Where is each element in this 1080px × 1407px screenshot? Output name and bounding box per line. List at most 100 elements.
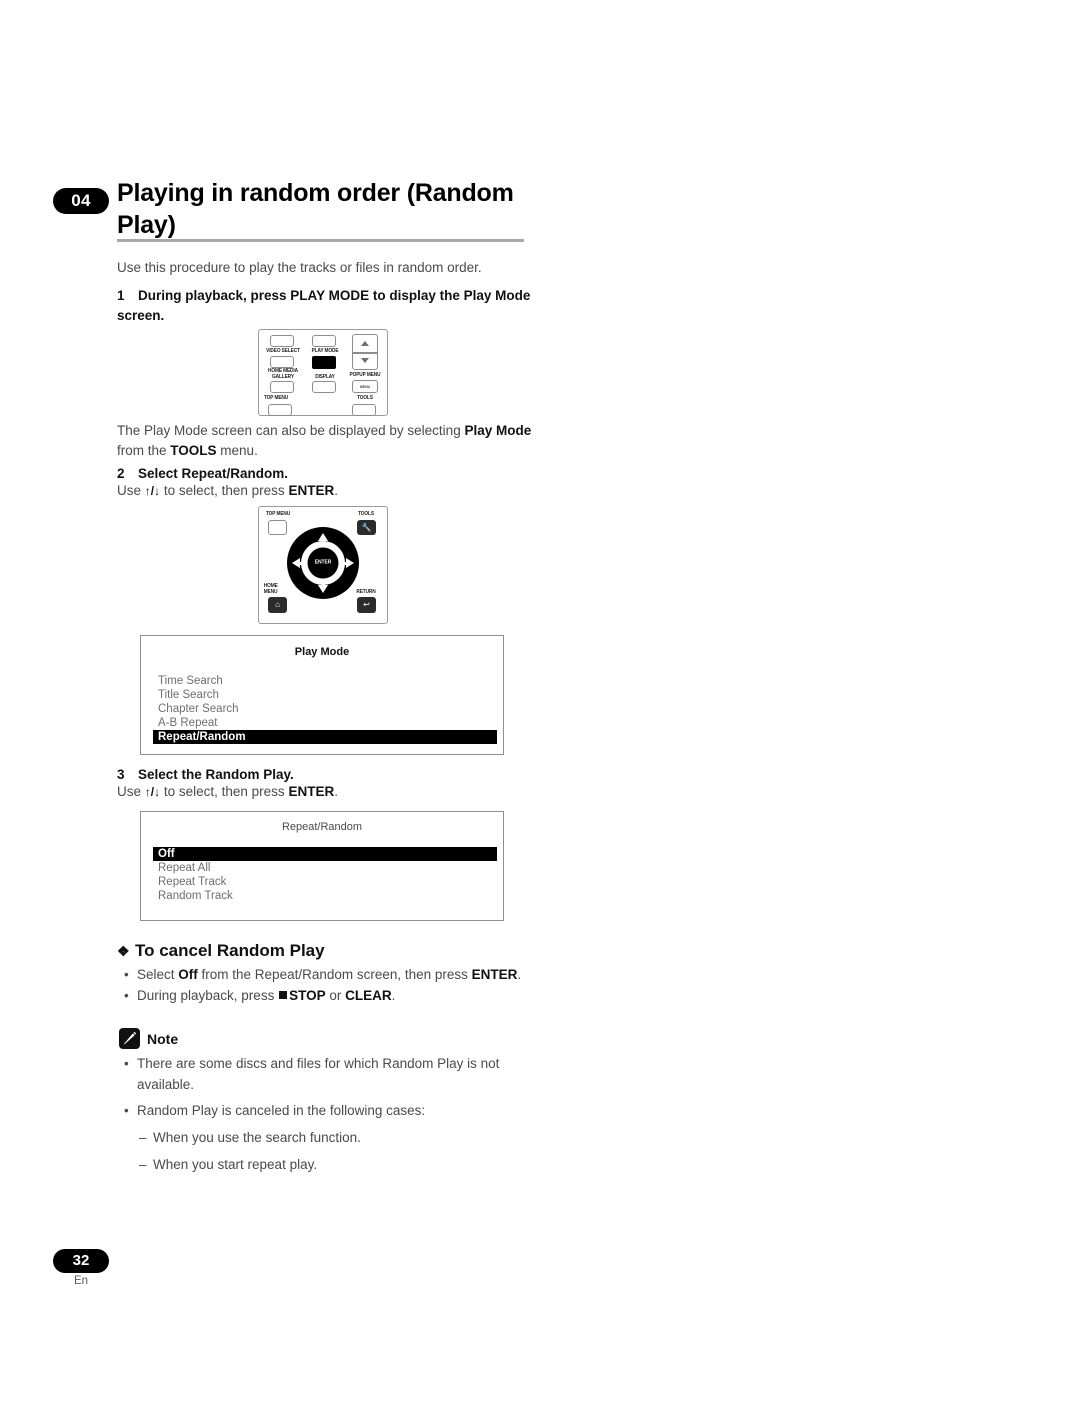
video-select-button-shape [270, 335, 294, 347]
step-3-body: Use ↑/↓ to select, then press ENTER. [117, 782, 547, 802]
cancel-bullet-list: Select Off from the Repeat/Random screen… [121, 965, 551, 1007]
tools-button-shape [352, 404, 376, 416]
step-3-enter-key: ENTER [288, 784, 335, 799]
step-3-arrow-keys: ↑/↓ [144, 785, 161, 799]
dpad-up-arrow-icon[interactable] [318, 533, 328, 541]
cancel-bullet-1-part3: . [517, 967, 522, 982]
step-3-title: Select the Random Play. [138, 767, 294, 782]
osd-item-ab-repeat[interactable]: A-B Repeat [141, 716, 503, 730]
note-heading: Note [119, 1028, 178, 1049]
home-icon: ⌂ [275, 600, 280, 609]
label-play-mode: PLAY MODE [311, 348, 339, 354]
dpad-left-arrow-icon[interactable] [292, 558, 300, 568]
cancel-bullet-2-part3: . [391, 987, 396, 1003]
step-2-body-mid: to select, then press [160, 483, 289, 498]
osd-item-random-track[interactable]: Random Track [141, 889, 503, 903]
step-3-body-mid: to select, then press [160, 784, 289, 799]
home-media-gallery-button-shape-2 [270, 381, 294, 393]
note-sub-bullet-1: When you use the search function. [121, 1128, 551, 1149]
osd-repeat-random-screen: Repeat/Random Off Repeat All Repeat Trac… [140, 811, 504, 921]
step-2-title: Select Repeat/Random. [138, 466, 289, 481]
step-1-title: During playback, press PLAY MODE to disp… [117, 288, 531, 323]
popup-menu-button-shape: MENU [352, 380, 378, 393]
osd-item-time-search[interactable]: Time Search [141, 674, 503, 688]
step-2-body-prefix: Use [117, 483, 145, 498]
home-media-gallery-button-shape [270, 356, 294, 368]
display-button-shape [312, 381, 336, 393]
cancel-bullet-2-bold1: STOP [289, 987, 326, 1003]
step-2-enter-key: ENTER [288, 483, 335, 498]
note-bullet-list: There are some discs and files for which… [121, 1054, 551, 1176]
step-3-body-prefix: Use [117, 784, 145, 799]
cancel-bullet-1-part1: Select [137, 967, 179, 982]
dpad-right-arrow-icon[interactable] [346, 558, 354, 568]
return-button-shape: ↩ [357, 597, 376, 613]
step-2-body: Use ↑/↓ to select, then press ENTER. [117, 481, 547, 501]
osd-item-chapter-search[interactable]: Chapter Search [141, 702, 503, 716]
stop-square-icon [279, 990, 288, 999]
label-display: DISPLAY [315, 374, 335, 380]
manual-page: 04 Playing in random order (Random Play)… [0, 0, 1080, 1407]
step-2-arrow-keys: ↑/↓ [144, 484, 161, 498]
intro-paragraph: Use this procedure to play the tracks or… [117, 260, 482, 275]
return-arrow-icon: ↩ [363, 600, 370, 609]
top-menu-button-shape [268, 404, 292, 416]
tools-paragraph-part1: The Play Mode screen can also be display… [117, 423, 465, 438]
note-bullet-2: Random Play is canceled in the following… [121, 1101, 551, 1122]
label-home-media-gallery: HOME MEDIA GALLERY [262, 368, 304, 381]
cancel-section-heading-text: To cancel Random Play [135, 941, 325, 960]
channel-arrow-pad [352, 334, 378, 370]
label-return: RETURN [356, 589, 376, 595]
label-video-select: VIDEO SELECT [266, 348, 300, 354]
remote-diagram-play-mode: VIDEO SELECT PLAY MODE HOME MEDIA GALLER… [258, 329, 388, 416]
label-top-menu: TOP MENU [263, 395, 289, 401]
language-code: En [73, 1275, 89, 1287]
osd-item-repeat-random[interactable]: Repeat/Random [153, 730, 497, 744]
chapter-number-badge: 04 [53, 188, 109, 214]
osd-item-title-search[interactable]: Title Search [141, 688, 503, 702]
label-home-media-line2: GALLERY [272, 373, 294, 380]
label-home-menu: HOME MENU [263, 583, 294, 596]
osd-item-repeat-track[interactable]: Repeat Track [141, 875, 503, 889]
arrow-down-icon [361, 358, 369, 363]
cancel-bullet-1-part2: from the Repeat/Random screen, then pres… [197, 967, 472, 982]
tools-menu-paragraph: The Play Mode screen can also be display… [117, 421, 537, 462]
header-divider [117, 239, 524, 242]
osd-item-repeat-all[interactable]: Repeat All [141, 861, 503, 875]
enter-button[interactable]: ENTER [307, 547, 339, 579]
remote-diagram-dpad: TOP MENU TOOLS 🔧 ENTER HOME MENU ⌂ RETUR… [258, 506, 388, 624]
tools-paragraph-part3: menu. [216, 443, 258, 459]
osd-play-mode-screen: Play Mode Time Search Title Search Chapt… [140, 635, 504, 755]
step-1: 1 During playback, press PLAY MODE to dis… [117, 286, 537, 325]
play-mode-button-shape-top [312, 335, 336, 347]
cancel-section-heading: ❖ To cancel Random Play [117, 941, 325, 961]
cancel-bullet-1: Select Off from the Repeat/Random screen… [121, 965, 551, 986]
label-top-menu-dpad: TOP MENU [265, 511, 291, 517]
cancel-bullet-2-part2: or [325, 987, 346, 1003]
tools-paragraph-bold2: TOOLS [170, 443, 217, 459]
page-title: Playing in random order (Random Play) [117, 179, 514, 239]
osd-item-off[interactable]: Off [153, 847, 497, 861]
note-bullet-1: There are some discs and files for which… [121, 1054, 551, 1096]
tools-paragraph-part2: from the [117, 443, 171, 459]
label-popup-menu: POPUP MENU [349, 372, 381, 378]
pencil-note-icon [119, 1028, 140, 1049]
direction-pad[interactable]: ENTER [287, 527, 359, 599]
label-home-menu-line2: MENU [263, 588, 278, 595]
note-label: Note [147, 1030, 179, 1047]
cancel-bullet-1-bold2: ENTER [471, 967, 518, 982]
note-sub-bullet-2: When you start repeat play. [121, 1155, 551, 1176]
arrow-up-icon [361, 341, 369, 346]
home-menu-button-shape: ⌂ [268, 597, 287, 613]
osd-repeat-random-title: Repeat/Random [281, 821, 363, 833]
step-1-number: 1 [117, 288, 125, 303]
dpad-down-arrow-icon[interactable] [318, 585, 328, 593]
top-menu-button-shape-dpad [268, 520, 287, 535]
step-2-body-suffix: . [334, 483, 338, 498]
arrow-pad-divider [353, 352, 377, 354]
osd-play-mode-title: Play Mode [294, 646, 350, 658]
label-menu: MENU [359, 384, 371, 389]
wrench-icon: 🔧 [361, 522, 372, 532]
cancel-bullet-2-part1: During playback, press [137, 987, 279, 1003]
tools-button-shape-dpad: 🔧 [357, 520, 376, 535]
